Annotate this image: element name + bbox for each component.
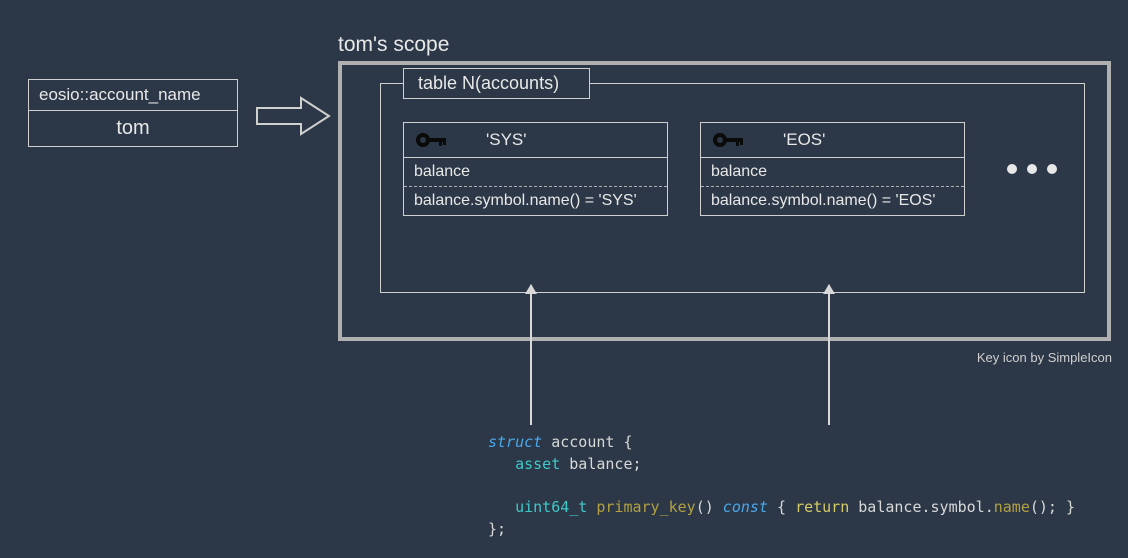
code-keyword: struct <box>488 433 542 451</box>
code-keyword: const <box>714 498 768 516</box>
code-snippet: struct account { asset balance; uint64_t… <box>488 432 1075 541</box>
key-icon <box>711 130 745 150</box>
key-icon <box>414 130 448 150</box>
record-field: balance <box>404 158 667 187</box>
record-method: balance.symbol.name() = 'SYS' <box>404 187 667 215</box>
arrow-right-icon <box>255 94 333 138</box>
record-key-symbol: 'SYS' <box>486 130 527 150</box>
record-key-row: 'SYS' <box>404 123 667 158</box>
code-text: balance; <box>560 455 641 473</box>
connector-line <box>828 285 830 425</box>
code-fnname: primary_key <box>587 498 695 516</box>
code-text: { <box>768 498 795 516</box>
code-text: }; <box>488 520 506 538</box>
code-type: uint64_t <box>515 498 587 516</box>
records-row: 'SYS' balance balance.symbol.name() = 'S… <box>381 84 1084 216</box>
scope-title: tom's scope <box>338 33 449 57</box>
record-method: balance.symbol.name() = 'EOS' <box>701 187 964 215</box>
account-name-box: eosio::account_name tom <box>28 79 238 147</box>
record-field: balance <box>701 158 964 187</box>
table-container: table N(accounts) 'SYS' balance balance.… <box>380 83 1085 293</box>
record-sys: 'SYS' balance balance.symbol.name() = 'S… <box>403 122 668 216</box>
code-fnname: name <box>994 498 1030 516</box>
scope-container: table N(accounts) 'SYS' balance balance.… <box>338 61 1111 341</box>
table-label: table N(accounts) <box>403 68 590 99</box>
ellipsis-icon <box>1007 164 1057 174</box>
connector-line <box>530 285 532 425</box>
credit-text: Key icon by SimpleIcon <box>977 350 1112 365</box>
code-text: (); } <box>1030 498 1075 516</box>
code-keyword: return <box>795 498 849 516</box>
account-name-value: tom <box>29 111 237 146</box>
account-type-label: eosio::account_name <box>29 80 237 111</box>
code-text: balance.symbol. <box>849 498 994 516</box>
record-key-row: 'EOS' <box>701 123 964 158</box>
code-text: account { <box>542 433 632 451</box>
code-type: asset <box>515 455 560 473</box>
record-key-symbol: 'EOS' <box>783 130 825 150</box>
record-eos: 'EOS' balance balance.symbol.name() = 'E… <box>700 122 965 216</box>
code-text: () <box>696 498 714 516</box>
